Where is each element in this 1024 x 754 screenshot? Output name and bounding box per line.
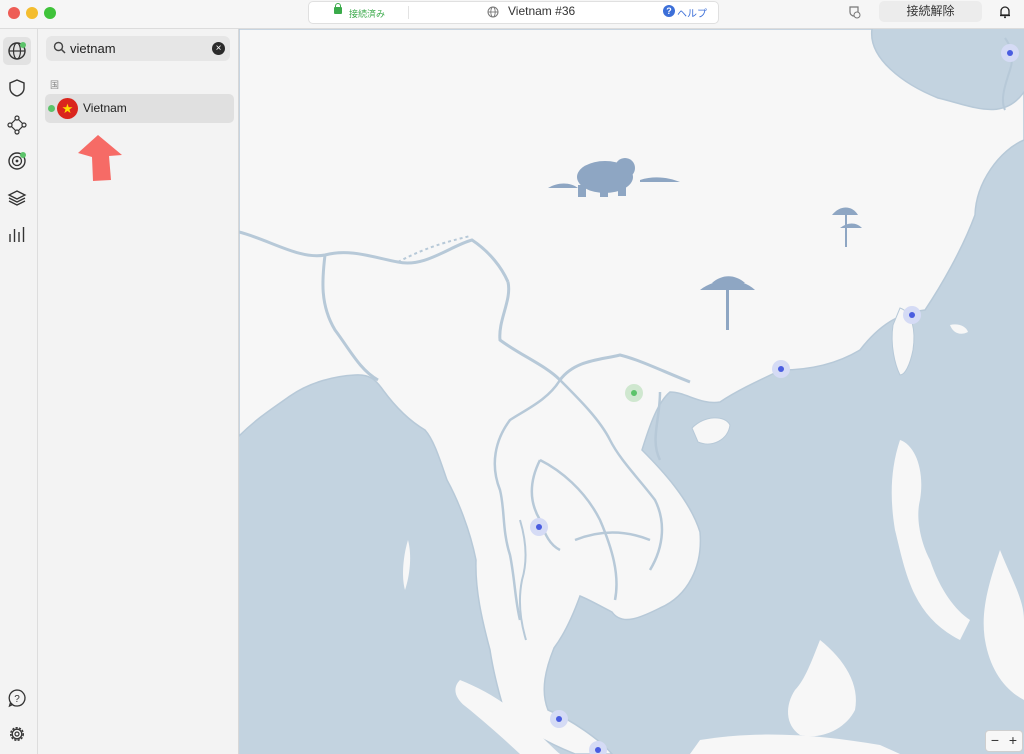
country-label: Vietnam: [83, 101, 127, 115]
arrow-annotation-icon: [78, 135, 122, 181]
help-label: ヘルプ: [677, 9, 707, 20]
help-icon: ?: [663, 5, 675, 17]
rail-target[interactable]: [3, 147, 31, 175]
zoom-in-button[interactable]: +: [1004, 731, 1022, 750]
svg-text:?: ?: [14, 694, 20, 705]
rail-help[interactable]: ?: [3, 684, 31, 712]
zoom-window-button[interactable]: [44, 7, 56, 19]
divider: [408, 6, 409, 19]
search-input[interactable]: vietnam: [70, 41, 116, 56]
world-map[interactable]: [239, 29, 1024, 754]
clear-search-icon[interactable]: ×: [212, 42, 225, 55]
zoom-control: − +: [985, 730, 1023, 752]
help-icon: ?: [8, 689, 26, 708]
target-icon: [8, 152, 26, 170]
connected-dot: [48, 105, 55, 112]
rail-layers[interactable]: [3, 184, 31, 212]
zoom-out-button[interactable]: −: [986, 731, 1004, 750]
rail-stats[interactable]: [3, 221, 31, 249]
title-bar: 接続済み Vietnam #36 ? ヘルプ 接続解除: [0, 0, 1024, 29]
lock-icon: [334, 3, 342, 14]
meshnet-icon: [7, 115, 27, 135]
search-box[interactable]: vietnam ×: [46, 36, 230, 61]
disconnect-button[interactable]: 接続解除: [879, 1, 982, 22]
connection-status: 接続済み: [349, 9, 386, 19]
globe-icon: [8, 42, 26, 60]
close-window-button[interactable]: [8, 7, 20, 19]
shield-icon: [9, 79, 25, 97]
layers-icon: [7, 190, 27, 206]
stats-icon: [9, 227, 25, 242]
country-row-vietnam[interactable]: ★ Vietnam: [45, 94, 234, 123]
vietnam-flag-icon: ★: [57, 98, 78, 119]
search-icon: [53, 41, 66, 54]
nav-rail: ?: [0, 29, 38, 754]
connection-status-pill: 接続済み Vietnam #36 ? ヘルプ: [308, 1, 719, 24]
section-label: 国: [50, 80, 60, 90]
globe-icon: [487, 6, 499, 18]
rail-shield[interactable]: [3, 74, 31, 102]
bell-icon[interactable]: [998, 5, 1012, 19]
settings-icon: [9, 726, 25, 742]
minimize-window-button[interactable]: [26, 7, 38, 19]
threat-protection-icon[interactable]: [846, 4, 862, 20]
rail-settings[interactable]: [3, 720, 31, 748]
rail-meshnet[interactable]: [3, 111, 31, 139]
search-panel: vietnam × 国 ★ Vietnam: [38, 29, 239, 754]
rail-globe[interactable]: [3, 37, 31, 65]
server-name: Vietnam #36: [508, 4, 576, 18]
